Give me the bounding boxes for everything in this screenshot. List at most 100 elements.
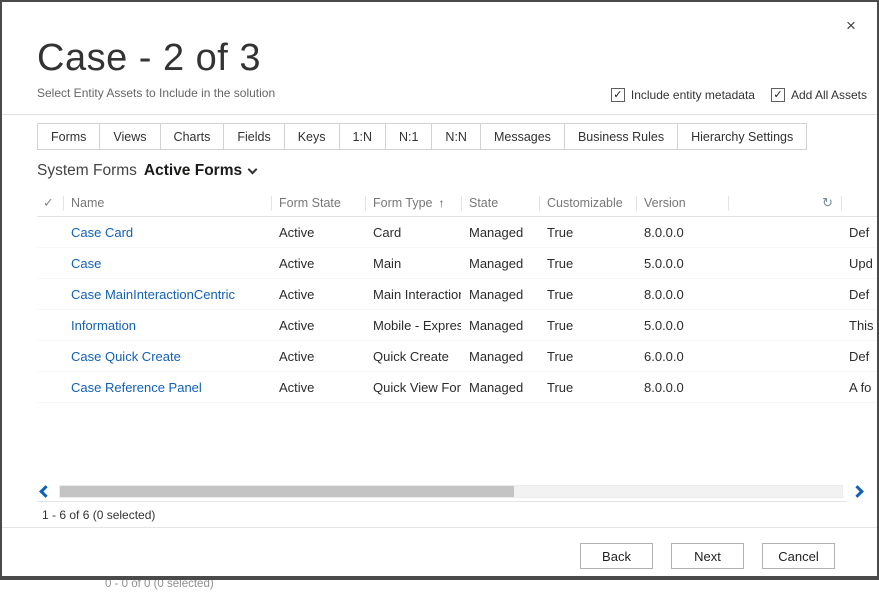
cell-form-state: Active (271, 318, 365, 333)
page-title: Case - 2 of 3 (37, 34, 877, 82)
chevron-left-icon (39, 485, 52, 498)
form-name-link[interactable]: Case Card (71, 225, 133, 240)
form-view-dropdown[interactable]: Active Forms (144, 160, 256, 182)
cell-version: 8.0.0.0 (636, 225, 728, 240)
column-header-state[interactable]: State (461, 190, 539, 216)
scroll-left-button[interactable] (37, 483, 53, 499)
grid-body: Case Card Active Card Managed True 8.0.0… (37, 217, 877, 403)
table-row[interactable]: Case MainInteractionCentric Active Main … (37, 279, 877, 310)
cell-form-type: Main (365, 256, 461, 271)
horizontal-scrollbar (37, 481, 865, 501)
selected-view-name: Active Forms (144, 160, 242, 182)
forms-grid: ✓ Name Form State Form Type ↑ State Cust… (37, 190, 877, 481)
cell-form-type: Card (365, 225, 461, 240)
header-options: ✓ Include entity metadata ✓ Add All Asse… (611, 88, 867, 102)
asset-type-tabs: Forms Views Charts Fields Keys 1:N N:1 N… (37, 123, 877, 150)
next-button[interactable]: Next (671, 543, 744, 569)
cell-customizable: True (539, 225, 636, 240)
cell-state: Managed (461, 225, 539, 240)
cell-customizable: True (539, 287, 636, 302)
cell-version: 8.0.0.0 (636, 287, 728, 302)
cell-description-clipped: Def (841, 287, 877, 302)
dialog-header: Case - 2 of 3 Select Entity Assets to In… (2, 2, 877, 115)
view-selector-label: System Forms (37, 160, 137, 182)
table-row[interactable]: Case Card Active Card Managed True 8.0.0… (37, 217, 877, 248)
select-all-check-icon: ✓ (43, 195, 54, 211)
cell-form-type: Quick Create (365, 349, 461, 364)
column-options-icon[interactable]: ↻ (822, 195, 833, 211)
add-all-assets-label: Add All Assets (791, 88, 867, 102)
cell-description-clipped: Def (841, 349, 877, 364)
tab-n1[interactable]: N:1 (385, 123, 432, 150)
cell-state: Managed (461, 318, 539, 333)
tab-business-rules[interactable]: Business Rules (564, 123, 678, 150)
record-count-status: 1 - 6 of 6 (0 selected) (37, 501, 847, 527)
cell-version: 5.0.0.0 (636, 318, 728, 333)
include-entity-metadata-checkbox[interactable]: ✓ Include entity metadata (611, 88, 755, 102)
include-entity-metadata-label: Include entity metadata (631, 88, 755, 102)
cell-customizable: True (539, 380, 636, 395)
scroll-right-button[interactable] (849, 483, 865, 499)
cell-description-clipped: Upd (841, 256, 877, 271)
tab-charts[interactable]: Charts (160, 123, 225, 150)
chevron-down-icon (248, 164, 258, 174)
checkbox-checked-icon: ✓ (611, 88, 625, 102)
table-row[interactable]: Case Active Main Managed True 5.0.0.0 Up… (37, 248, 877, 279)
checkbox-checked-icon: ✓ (771, 88, 785, 102)
cell-version: 6.0.0.0 (636, 349, 728, 364)
select-all-header[interactable]: ✓ (37, 190, 63, 216)
dialog-subtitle: Select Entity Assets to Include in the s… (37, 84, 611, 102)
add-all-assets-checkbox[interactable]: ✓ Add All Assets (771, 88, 867, 102)
form-name-link[interactable]: Case (71, 256, 101, 271)
cancel-button[interactable]: Cancel (762, 543, 835, 569)
tab-hierarchy-settings[interactable]: Hierarchy Settings (677, 123, 807, 150)
tab-views[interactable]: Views (99, 123, 160, 150)
cell-state: Managed (461, 349, 539, 364)
cell-form-state: Active (271, 349, 365, 364)
column-header-name[interactable]: Name (63, 190, 271, 216)
grid-header-row: ✓ Name Form State Form Type ↑ State Cust… (37, 190, 877, 217)
scrollbar-thumb[interactable] (60, 486, 514, 497)
scrollbar-track[interactable] (59, 485, 843, 498)
column-header-spacer: ↻ (728, 190, 841, 216)
cell-version: 5.0.0.0 (636, 256, 728, 271)
cell-form-state: Active (271, 256, 365, 271)
tab-1n[interactable]: 1:N (339, 123, 386, 150)
form-name-link[interactable]: Information (71, 318, 136, 333)
cell-version: 8.0.0.0 (636, 380, 728, 395)
cell-description-clipped: Def (841, 225, 877, 240)
tab-fields[interactable]: Fields (223, 123, 284, 150)
form-name-link[interactable]: Case Reference Panel (71, 380, 202, 395)
chevron-right-icon (851, 485, 864, 498)
column-header-version[interactable]: Version (636, 190, 728, 216)
cell-state: Managed (461, 287, 539, 302)
cell-form-state: Active (271, 287, 365, 302)
cell-form-state: Active (271, 380, 365, 395)
grid-empty-space (37, 403, 877, 481)
column-header-description-clipped[interactable] (841, 190, 877, 216)
cell-form-type: Mobile - Express (365, 318, 461, 333)
cell-customizable: True (539, 318, 636, 333)
table-row[interactable]: Case Quick Create Active Quick Create Ma… (37, 341, 877, 372)
cell-description-clipped: A fo (841, 380, 877, 395)
column-header-form-type[interactable]: Form Type ↑ (365, 190, 461, 216)
add-assets-dialog: × Case - 2 of 3 Select Entity Assets to … (0, 0, 879, 580)
sort-ascending-icon: ↑ (439, 196, 445, 210)
form-name-link[interactable]: Case MainInteractionCentric (71, 287, 235, 302)
cell-state: Managed (461, 380, 539, 395)
tab-forms[interactable]: Forms (37, 123, 100, 150)
dialog-footer: Back Next Cancel (2, 527, 877, 575)
tab-keys[interactable]: Keys (284, 123, 340, 150)
cell-description-clipped: This (841, 318, 877, 333)
form-name-link[interactable]: Case Quick Create (71, 349, 181, 364)
table-row[interactable]: Case Reference Panel Active Quick View F… (37, 372, 877, 403)
table-row[interactable]: Information Active Mobile - Express Mana… (37, 310, 877, 341)
back-button[interactable]: Back (580, 543, 653, 569)
column-header-form-state[interactable]: Form State (271, 190, 365, 216)
tab-nn[interactable]: N:N (431, 123, 481, 150)
view-selector-bar: System Forms Active Forms (37, 160, 877, 182)
column-header-customizable[interactable]: Customizable (539, 190, 636, 216)
tab-messages[interactable]: Messages (480, 123, 565, 150)
cell-state: Managed (461, 256, 539, 271)
cell-form-type: Quick View Form (365, 380, 461, 395)
